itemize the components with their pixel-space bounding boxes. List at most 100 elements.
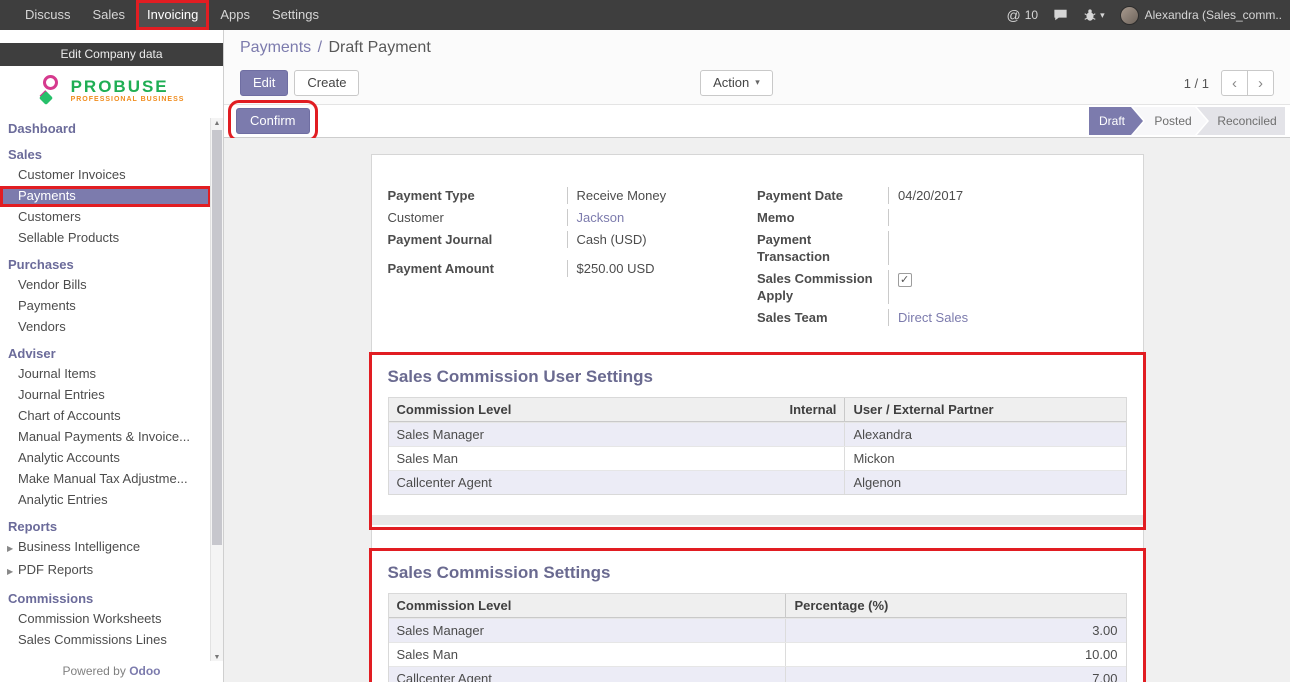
column-header-percentage[interactable]: Percentage (%) <box>786 594 1125 617</box>
topbar-menu-apps[interactable]: Apps <box>209 0 261 30</box>
table-row[interactable]: Sales ManMickon <box>389 446 1126 470</box>
topbar-menu-settings[interactable]: Settings <box>261 0 330 30</box>
sidebar-section-sales[interactable]: Sales <box>0 143 211 165</box>
sidebar-item-journal-items[interactable]: Journal Items <box>0 364 211 385</box>
topbar-menu-sales[interactable]: Sales <box>82 0 137 30</box>
topbar-menu-discuss[interactable]: Discuss <box>14 0 82 30</box>
topbar-menus: DiscussSalesInvoicingAppsSettings <box>0 0 330 30</box>
sidebar-item-commission-worksheets[interactable]: Commission Worksheets <box>0 609 211 630</box>
sidebar-item-vendor-bills[interactable]: Vendor Bills <box>0 275 211 296</box>
sidebar-section-dashboard[interactable]: Dashboard <box>0 117 211 139</box>
commission-table: Commission LevelInternalUser / External … <box>388 397 1127 495</box>
pager-next-button[interactable]: › <box>1247 70 1274 96</box>
menu-item-label: Payments <box>18 298 76 313</box>
company-logo[interactable]: PROBUSE PROFESSIONAL BUSINESS <box>0 66 223 114</box>
sidebar-section-purchases[interactable]: Purchases <box>0 253 211 275</box>
confirm-button[interactable]: Confirm <box>236 108 310 134</box>
cell-value: Mickon <box>845 447 1125 470</box>
menu-item-label: Customers <box>18 209 81 224</box>
powered-by-text: Powered by <box>62 664 125 678</box>
status-posted[interactable]: Posted <box>1133 107 1207 135</box>
sidebar-item-payments[interactable]: Payments <box>0 296 211 317</box>
sidebar-item-analytic-accounts[interactable]: Analytic Accounts <box>0 448 211 469</box>
mention-counter[interactable]: @ 10 <box>1007 7 1039 23</box>
column-header-user-external-partner[interactable]: User / External Partner <box>845 398 1125 421</box>
edit-button[interactable]: Edit <box>240 70 288 96</box>
table-row[interactable]: Sales ManagerAlexandra <box>389 422 1126 446</box>
expand-caret-icon: ▶ <box>7 541 18 557</box>
avatar <box>1120 6 1139 25</box>
topbar-menu-invoicing[interactable]: Invoicing <box>136 0 209 30</box>
sales-commission-apply-checkbox[interactable] <box>898 273 912 287</box>
field-label-sales-team: Sales Team <box>757 309 889 326</box>
expand-caret-icon: ▶ <box>7 564 18 580</box>
sidebar-section-commissions[interactable]: Commissions <box>0 587 211 609</box>
table-row[interactable]: Callcenter AgentAlgenon <box>389 470 1126 494</box>
field-sales-team: Sales Team Direct Sales <box>757 309 1127 326</box>
mention-icon: @ <box>1007 7 1021 23</box>
menu-item-label: Chart of Accounts <box>18 408 121 423</box>
statusbar: Confirm DraftPostedReconciled <box>224 104 1290 138</box>
edit-company-button[interactable]: Edit Company data <box>0 43 223 66</box>
sidebar-section-adviser[interactable]: Adviser <box>0 342 211 364</box>
field-label-memo: Memo <box>757 209 889 226</box>
sidebar-item-chart-of-accounts[interactable]: Chart of Accounts <box>0 406 211 427</box>
field-value-sales-commission-apply <box>889 270 1127 304</box>
field-label-payment-amount: Payment Amount <box>388 260 568 277</box>
pager-previous-button[interactable]: ‹ <box>1221 70 1248 96</box>
commission-table: Commission LevelPercentage (%)Sales Mana… <box>388 593 1127 682</box>
field-customer: CustomerJackson <box>388 209 758 226</box>
menu-item-label: Sales Commissions Lines <box>18 632 167 647</box>
menu-item-label: Make Manual Tax Adjustme... <box>18 471 188 486</box>
main-area: Payments / Draft Payment Edit Create Act… <box>224 30 1290 682</box>
bug-icon <box>1083 8 1097 22</box>
debug-menu-button[interactable]: ▾ <box>1083 8 1105 22</box>
sidebar-item-vendors[interactable]: Vendors <box>0 317 211 338</box>
table-row[interactable]: Callcenter Agent7.00 <box>389 666 1126 682</box>
field-value-payment-type: Receive Money <box>568 187 758 204</box>
sidebar-item-journal-entries[interactable]: Journal Entries <box>0 385 211 406</box>
odoo-link[interactable]: Odoo <box>129 664 160 678</box>
create-button[interactable]: Create <box>294 70 359 96</box>
probuse-logo-icon <box>39 75 65 105</box>
field-payment-journal: Payment JournalCash (USD) <box>388 231 758 248</box>
sidebar-scrollbar[interactable]: ▲ ▼ <box>210 118 223 664</box>
field-label-payment-type: Payment Type <box>388 187 568 204</box>
messages-button[interactable] <box>1053 8 1068 22</box>
status-reconciled[interactable]: Reconciled <box>1197 107 1285 135</box>
menu-item-label: PDF Reports <box>18 562 93 577</box>
table-row[interactable]: Sales Man10.00 <box>389 642 1126 666</box>
breadcrumb-payments[interactable]: Payments <box>240 39 311 56</box>
sidebar-item-pdf-reports[interactable]: ▶PDF Reports <box>0 560 211 583</box>
column-header-commission-level[interactable]: Commission LevelInternal <box>389 398 846 421</box>
user-menu[interactable]: Alexandra (Sales_comm.. <box>1120 6 1282 25</box>
field-value-payment-amount: $250.00 USD <box>568 260 758 277</box>
sidebar-section-reports[interactable]: Reports <box>0 515 211 537</box>
sidebar-item-sellable-products[interactable]: Sellable Products <box>0 228 211 249</box>
status-draft[interactable]: Draft <box>1089 107 1143 135</box>
sidebar-item-business-intelligence[interactable]: ▶Business Intelligence <box>0 537 211 560</box>
section-title-sales-commission-user-settings: Sales Commission User Settings <box>388 367 1127 387</box>
table-header-row: Commission LevelPercentage (%) <box>389 594 1126 618</box>
customer-link[interactable]: Jackson <box>577 210 625 225</box>
sidebar-item-manual-payments-invoice[interactable]: Manual Payments & Invoice... <box>0 427 211 448</box>
logo-name: PROBUSE <box>71 78 185 96</box>
sidebar-item-payments[interactable]: Payments <box>0 186 211 207</box>
pager-count: 1 / 1 <box>1184 76 1209 91</box>
sidebar-item-make-manual-tax-adjustme[interactable]: Make Manual Tax Adjustme... <box>0 469 211 490</box>
sales-team-link[interactable]: Direct Sales <box>898 310 968 325</box>
sidebar-item-sales-commissions-lines[interactable]: Sales Commissions Lines <box>0 630 211 651</box>
cell-commission-level: Sales Manager <box>389 619 787 642</box>
scroll-up-icon[interactable]: ▲ <box>211 118 223 130</box>
sidebar-item-customers[interactable]: Customers <box>0 207 211 228</box>
sidebar-item-customer-invoices[interactable]: Customer Invoices <box>0 165 211 186</box>
field-value-payment-date: 04/20/2017 <box>889 187 1127 204</box>
control-buttons-row: Edit Create Action ▾ 1 / 1 ‹ › <box>240 68 1274 98</box>
section-sales-commission-user-settings: Sales Commission User Settings Commission… <box>372 355 1143 527</box>
action-dropdown[interactable]: Action ▾ <box>700 70 773 96</box>
column-header-commission-level[interactable]: Commission Level <box>389 594 787 617</box>
table-row[interactable]: Sales Manager3.00 <box>389 618 1126 642</box>
scroll-thumb[interactable] <box>212 130 222 545</box>
menu-item-label: Sellable Products <box>18 230 119 245</box>
sidebar-item-analytic-entries[interactable]: Analytic Entries <box>0 490 211 511</box>
